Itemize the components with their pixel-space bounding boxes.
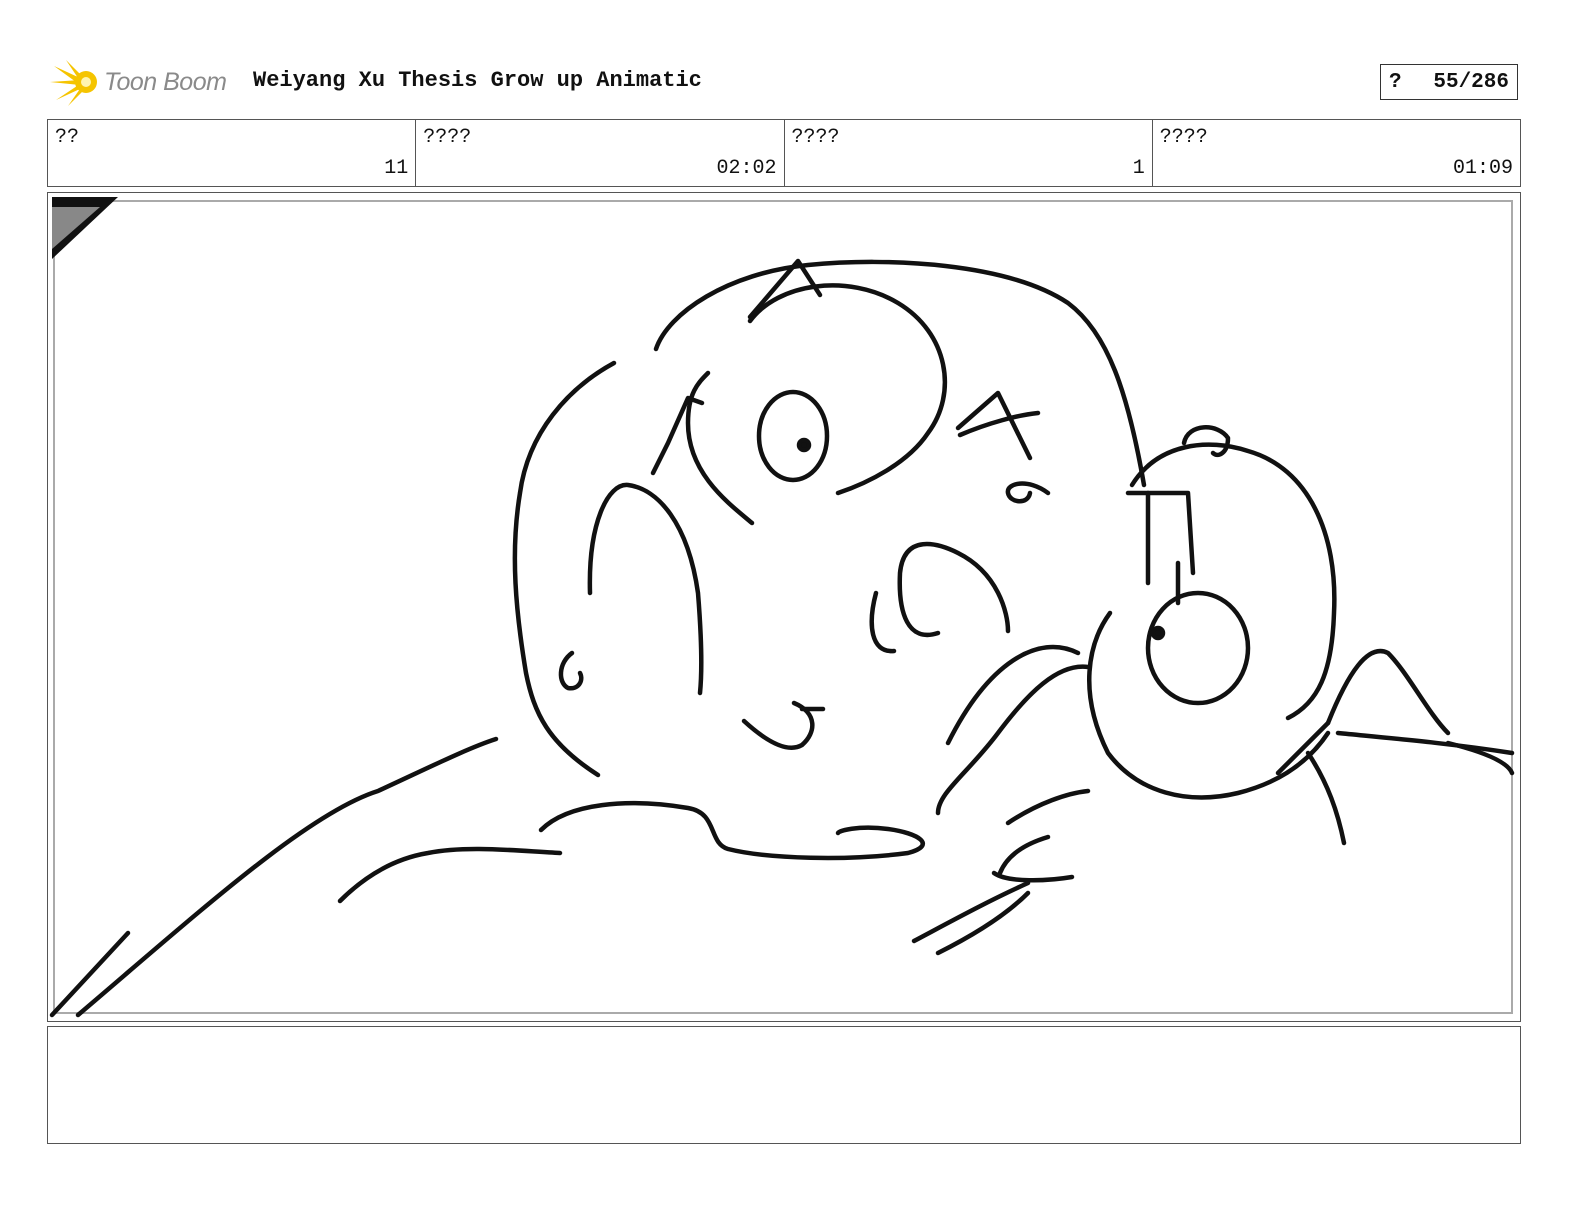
- info-value: 02:02: [716, 157, 777, 180]
- panel-info-row: ?? 11 ???? 02:02 ???? 1 ???? 01:09: [47, 119, 1521, 187]
- logo-text: Toon Boom: [104, 67, 227, 96]
- page-counter: ? 55/286: [1380, 64, 1518, 100]
- info-value: 01:09: [1452, 157, 1513, 180]
- storyboard-panel: [47, 192, 1521, 1022]
- toon-boom-logo: Toon Boom: [50, 56, 227, 108]
- info-label: ????: [1159, 126, 1208, 149]
- page-number: 55/286: [1433, 70, 1509, 94]
- toon-boom-burst-icon: [50, 60, 97, 106]
- info-cell-duration: ???? 02:02: [416, 120, 785, 186]
- info-value: 1: [1132, 157, 1145, 180]
- info-label: ????: [423, 126, 472, 149]
- info-cell-scene: ?? 11: [48, 120, 417, 186]
- corner-marker-icon: [52, 197, 118, 259]
- info-cell-panel-duration: ???? 01:09: [1153, 120, 1520, 186]
- panel-notes: [47, 1026, 1521, 1144]
- project-title: Weiyang Xu Thesis Grow up Animatic: [253, 68, 702, 93]
- info-label: ????: [791, 126, 840, 149]
- info-value: 11: [384, 157, 409, 180]
- page-prefix: ?: [1389, 70, 1402, 94]
- panel-sketch: [49, 197, 1515, 1018]
- info-cell-panel: ???? 1: [785, 120, 1153, 186]
- info-label: ??: [55, 126, 80, 149]
